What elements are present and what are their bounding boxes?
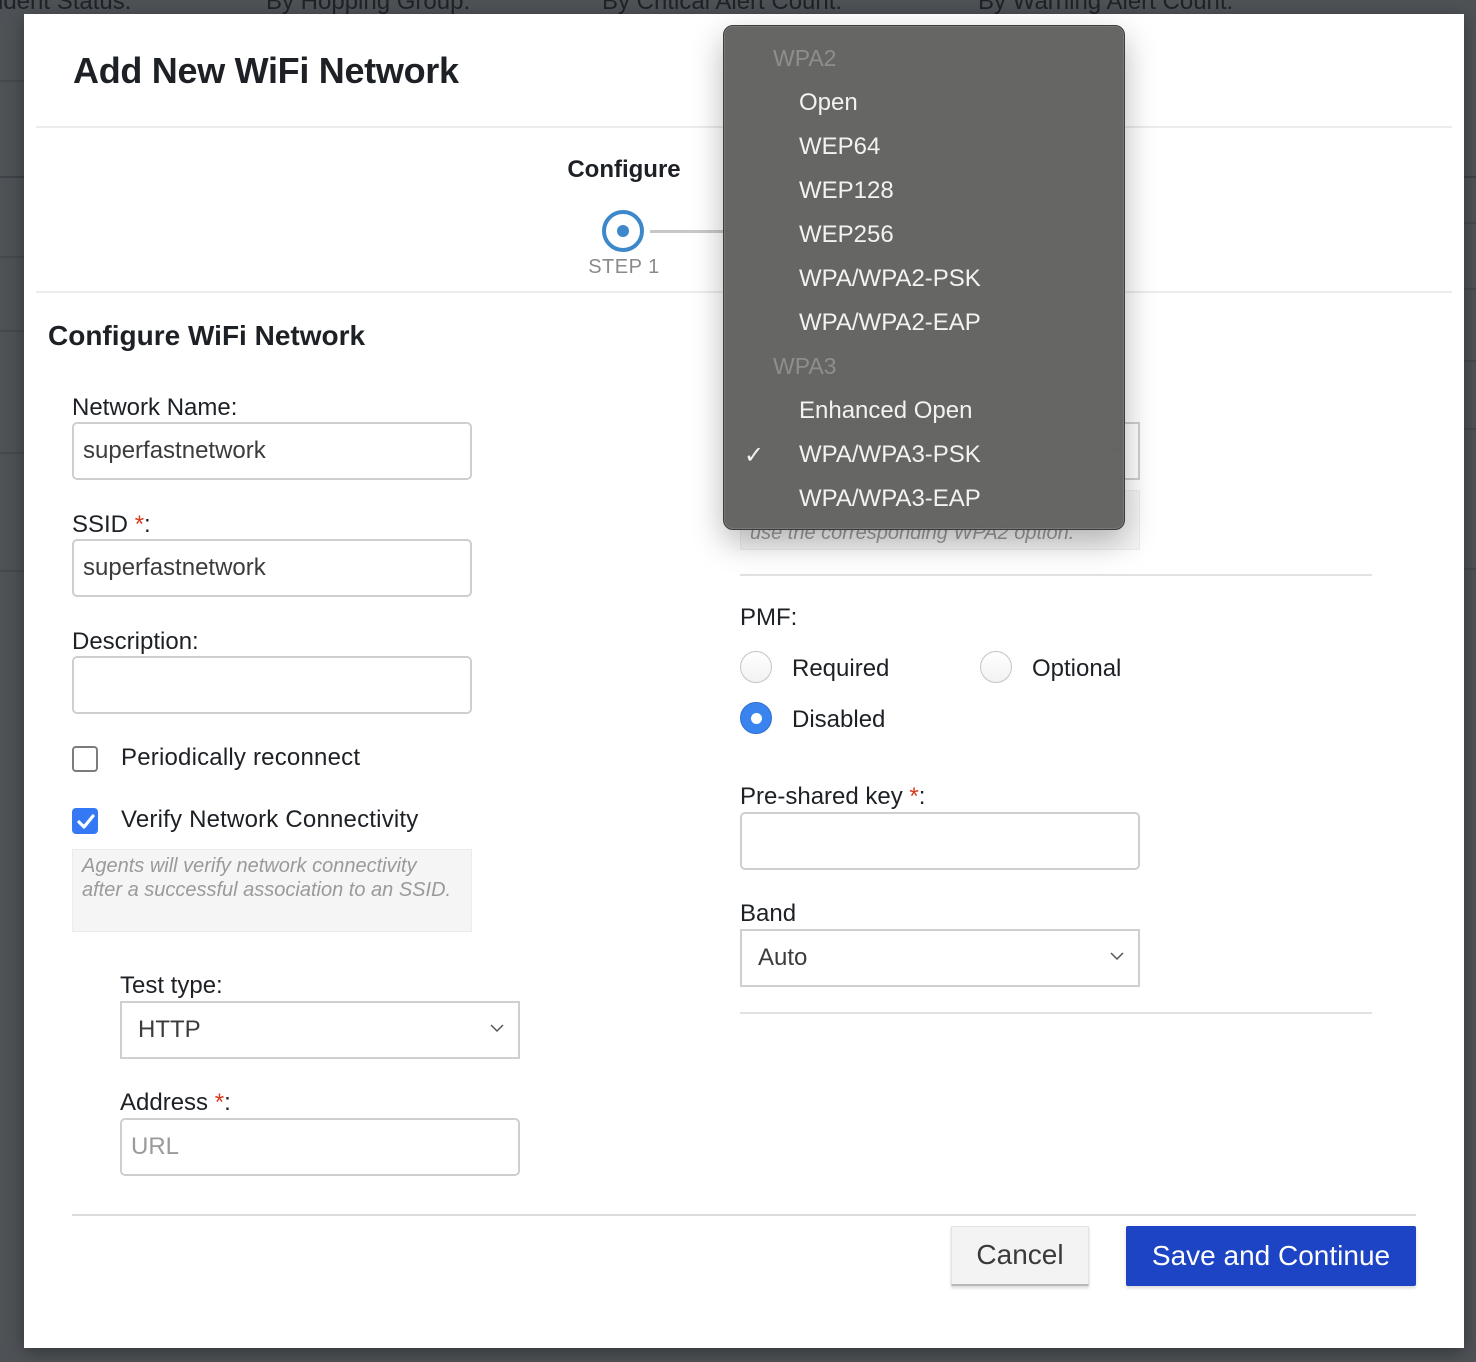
bg-header-hopping-group: By Hopping Group: [266,0,471,14]
periodically-reconnect-label[interactable]: Periodically reconnect [121,744,360,772]
required-marker: * [909,783,919,810]
psk-label-text: Pre-shared key [740,783,903,810]
dropdown-option-wpa-wpa3-eap[interactable]: WPA/WPA3-EAP [799,485,981,513]
step-1-indicator-icon[interactable] [602,210,644,252]
dropdown-option-wep64[interactable]: WEP64 [799,133,880,161]
dropdown-option-enhanced-open[interactable]: Enhanced Open [799,397,972,425]
label-suffix: : [224,1089,231,1116]
test-type-select[interactable]: HTTP [120,1001,520,1059]
bg-divider [0,452,24,454]
band-divider [740,1012,1372,1014]
step-1-number: STEP 1 [588,256,660,278]
dropdown-option-open[interactable]: Open [799,89,858,117]
checkmark-icon: ✓ [744,442,765,469]
ssid-label-text: SSID [72,511,129,538]
bg-header-incident-status: ident Status: [0,0,132,14]
chevron-down-icon [1110,952,1124,961]
dropdown-option-wpa-wpa3-psk[interactable]: WPA/WPA3-PSK [799,441,981,469]
bg-divider [1464,288,1476,290]
pmf-optional-radio[interactable] [980,651,1012,683]
address-input[interactable]: URL [120,1118,520,1176]
bg-divider [0,256,24,258]
footer-divider [72,1214,1416,1216]
bg-divider [0,80,24,82]
verify-connectivity-checkbox[interactable] [72,808,98,834]
pmf-label: PMF: [740,604,798,631]
save-and-continue-button[interactable]: Save and Continue [1126,1226,1416,1286]
network-name-label: Network Name: [72,394,238,421]
dropdown-option-wpa-wpa2-psk[interactable]: WPA/WPA2-PSK [799,265,981,293]
band-value: Auto [758,944,808,971]
bg-divider [1464,360,1476,362]
verify-connectivity-help: Agents will verify network connectivity … [72,849,472,932]
cancel-button[interactable]: Cancel [951,1226,1089,1286]
bg-header-warning-alert: By Warning Alert Count: [978,0,1234,14]
periodically-reconnect-checkbox[interactable] [72,746,98,772]
bg-divider [0,330,24,332]
network-name-input[interactable]: superfastnetwork [72,422,472,480]
address-label-text: Address [120,1089,209,1116]
bg-divider [1464,428,1476,430]
dropdown-option-wep128[interactable]: WEP128 [799,177,894,205]
verify-connectivity-label[interactable]: Verify Network Connectivity [121,806,419,834]
checkmark-icon [77,814,95,829]
test-type-value: HTTP [138,1016,201,1043]
pmf-required-label[interactable]: Required [792,655,889,683]
dropdown-group-wpa3: WPA3 [773,353,837,379]
description-input[interactable] [72,656,472,714]
pmf-disabled-label[interactable]: Disabled [792,706,885,734]
chevron-down-icon [490,1024,504,1033]
test-type-label: Test type: [120,972,223,999]
bg-divider [1464,568,1476,570]
modal-title: Add New WiFi Network [73,50,459,91]
band-select[interactable]: Auto [740,929,1140,987]
dropdown-option-wpa-wpa2-eap[interactable]: WPA/WPA2-EAP [799,309,981,337]
step-1-title: Configure [567,156,681,183]
ssid-input[interactable]: superfastnetwork [72,539,472,597]
pmf-optional-label[interactable]: Optional [1032,655,1121,683]
address-label: Address *: [120,1089,231,1117]
psk-input[interactable] [740,812,1140,870]
required-marker: * [214,1089,225,1116]
ssid-label: SSID *: [72,511,151,539]
psk-label: Pre-shared key *: [740,783,925,811]
section-title: Configure WiFi Network [48,320,366,351]
bg-divider [0,570,24,572]
dropdown-group-wpa2: WPA2 [773,45,837,71]
security-type-dropdown-menu: WPA2 Open WEP64 WEP128 WEP256 WPA/WPA2-P… [723,25,1125,530]
background-filter-headers: ident Status: By Hopping Group: By Criti… [0,0,1476,14]
dropdown-option-wep256[interactable]: WEP256 [799,221,894,249]
label-suffix: : [918,783,926,810]
required-marker: * [134,511,145,538]
security-divider [740,574,1372,576]
bg-header-critical-alert: By Critical Alert Count: [602,0,843,14]
label-suffix: : [144,511,151,538]
pmf-disabled-radio[interactable] [740,702,772,734]
step-connector [650,230,730,233]
band-label: Band [740,900,797,927]
pmf-required-radio[interactable] [740,651,772,683]
description-label: Description: [72,628,199,655]
bg-divider [1464,222,1476,224]
